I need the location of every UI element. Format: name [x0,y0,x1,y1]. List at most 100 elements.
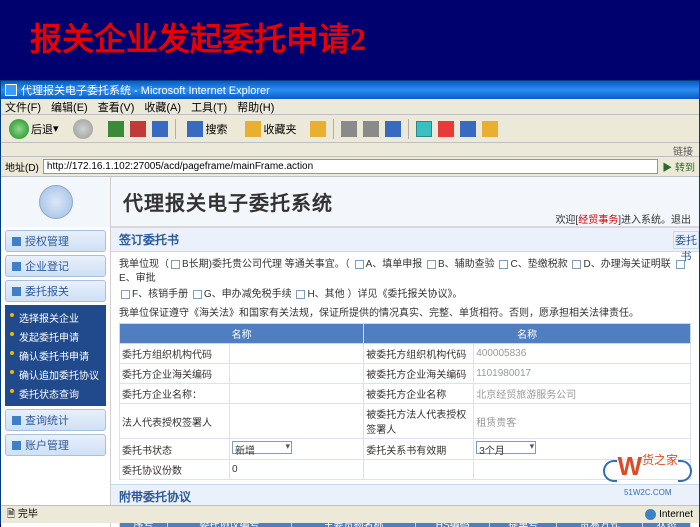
address-label: 地址(D) [5,159,39,174]
r3r: 被委托方企业名称 [364,384,474,404]
star-icon [245,121,261,137]
status-text: 🗎 完毕 [7,505,38,524]
page-body: 授权管理 企业登记 委托报关 选择报关企业 发起委托申请 确认委托书申请 确认追… [1,177,699,527]
menu-file[interactable]: 文件(F) [5,99,41,115]
go-button[interactable]: ▶ 转到 [662,159,695,174]
slide-title: 报关企业发起委托申请2 [0,0,700,68]
edit-icon[interactable] [385,121,401,137]
menu-bar[interactable]: 文件(F) 编辑(E) 查看(V) 收藏(A) 工具(T) 帮助(H) [1,99,699,115]
r1r: 被委托方组织机构代码 [364,344,474,364]
r5l: 委托书状态 [120,439,230,460]
declaration-note: 我单位保证遵守《海关法》和国家有关法规，保证所提供的情况真实、完整、单货相符。否… [119,304,691,319]
option-line-2: F、核销手册 G、申办减免税手续 H、其他 ）详见《委托报关协议》。 [119,288,691,302]
checkbox-f[interactable] [121,290,130,299]
nav-sub-confirm[interactable]: 确认委托书申请 [5,346,106,365]
period-select: 3个月 [476,441,536,454]
security-zone: Internet [645,509,693,520]
ext-icon-3[interactable] [460,121,476,137]
side-tab[interactable]: 委托书 [673,231,699,249]
ext-icon-4[interactable] [482,121,498,137]
home-icon[interactable] [152,121,168,137]
welcome-text: 欢迎[经贸事务]进入系统。退出 [555,211,691,226]
forward-icon [73,119,93,139]
refresh-icon[interactable] [108,121,124,137]
r2l: 委托方企业海关编码 [120,364,230,384]
address-bar: 地址(D) ▶ 转到 [1,157,699,177]
menu-fav[interactable]: 收藏(A) [144,99,181,115]
r1l: 委托方组织机构代码 [120,344,230,364]
back-button[interactable]: 后退 ▾ [5,118,63,140]
checkbox-d[interactable] [572,260,581,269]
checkbox-g[interactable] [193,290,202,299]
window-title: 代理报关电子委托系统 - Microsoft Internet Explorer [21,82,270,98]
window-titlebar: 代理报关电子委托系统 - Microsoft Internet Explorer [1,81,699,99]
toolbar: 后退 ▾ 搜索 收藏夹 [1,115,699,143]
status-select: 新增 [232,441,292,454]
menu-tools[interactable]: 工具(T) [191,99,227,115]
ie-icon [5,84,17,96]
search-label: 搜索 [206,121,228,137]
search-icon [187,121,203,137]
r4rv: 租赁贵客 [474,404,691,439]
r3rv: 北京经贸旅游服务公司 [474,384,691,404]
option-line-1: 我单位现（B长期)委托贵公司代理 等通关事宜。（ A、填单申报 B、辅助查验 C… [119,258,691,286]
checkbox-c[interactable] [499,260,508,269]
r1rv: 400005836 [474,344,691,364]
nav-auth[interactable]: 授权管理 [5,230,106,252]
favorites-button[interactable]: 收藏夹 [238,120,301,138]
nav-sub-apply[interactable]: 发起委托申请 [5,327,106,346]
app-title: 代理报关电子委托系统 [123,187,333,216]
browser-window: 代理报关电子委托系统 - Microsoft Internet Explorer… [0,80,700,524]
nav-entrust-sub: 选择报关企业 发起委托申请 确认委托书申请 确认追加委托协议 委托状态查询 [5,305,106,406]
entrust-table: 名称名称 委托方组织机构代码 被委托方组织机构代码400005836 委托方企业海… [119,323,691,480]
r6lv: 0 [230,460,364,480]
history-icon[interactable] [310,121,326,137]
nav-sub-query[interactable]: 委托状态查询 [5,384,106,403]
logo-area [1,177,110,227]
checkbox-a[interactable] [355,260,364,269]
mail-icon[interactable] [341,121,357,137]
th-left: 名称 [120,324,364,344]
address-input[interactable] [43,159,658,174]
globe-icon [645,509,656,520]
section-sign: 签订委托书 [111,227,699,252]
checkbox-h[interactable] [296,290,305,299]
ext-icon-2[interactable] [438,121,454,137]
nav-stats[interactable]: 查询统计 [5,409,106,431]
fav-label: 收藏夹 [264,121,297,137]
r5r: 委托关系书有效期 [364,439,474,460]
forward-button[interactable] [69,118,99,140]
r3l: 委托方企业名称： [120,384,230,404]
links-bar: 链接 [1,143,699,157]
r2r: 被委托方企业海关编码 [364,364,474,384]
form-content: 我单位现（B长期)委托贵公司代理 等通关事宜。（ A、填单申报 B、辅助查验 C… [111,252,699,527]
r5rv[interactable]: 3个月 [474,439,691,460]
r5lv[interactable]: 新增 [230,439,364,460]
main-content: 代理报关电子委托系统 欢迎[经贸事务]进入系统。退出 签订委托书 委托书 我单位… [111,177,699,527]
r6l: 委托协议份数 [120,460,230,480]
menu-view[interactable]: 查看(V) [98,99,135,115]
r2rv: 1101980017 [474,364,691,384]
nav-register[interactable]: 企业登记 [5,255,106,277]
nav-account[interactable]: 账户管理 [5,434,106,456]
nav-entrust[interactable]: 委托报关 [5,280,106,302]
back-icon [9,119,29,139]
print-icon[interactable] [363,121,379,137]
menu-help[interactable]: 帮助(H) [237,99,274,115]
checkbox-b-long[interactable] [171,260,180,269]
menu-edit[interactable]: 编辑(E) [51,99,88,115]
sidebar: 授权管理 企业登记 委托报关 选择报关企业 发起委托申请 确认委托书申请 确认追… [1,177,111,527]
status-bar: 🗎 完毕 Internet [1,505,699,523]
ext-icon-1[interactable] [416,121,432,137]
checkbox-b2[interactable] [427,260,436,269]
nav-sub-append[interactable]: 确认追加委托协议 [5,365,106,384]
th-right: 名称 [364,324,691,344]
r4r: 被委托方法人代表授权签署人 [364,404,474,439]
stop-icon[interactable] [130,121,146,137]
search-button[interactable]: 搜索 [180,120,232,138]
nav-sub-select[interactable]: 选择报关企业 [5,308,106,327]
links-label[interactable]: 链接 [673,147,693,158]
back-label: 后退 [31,121,53,137]
r4l: 法人代表授权签署人 [120,404,230,439]
globe-logo-icon [39,185,73,219]
